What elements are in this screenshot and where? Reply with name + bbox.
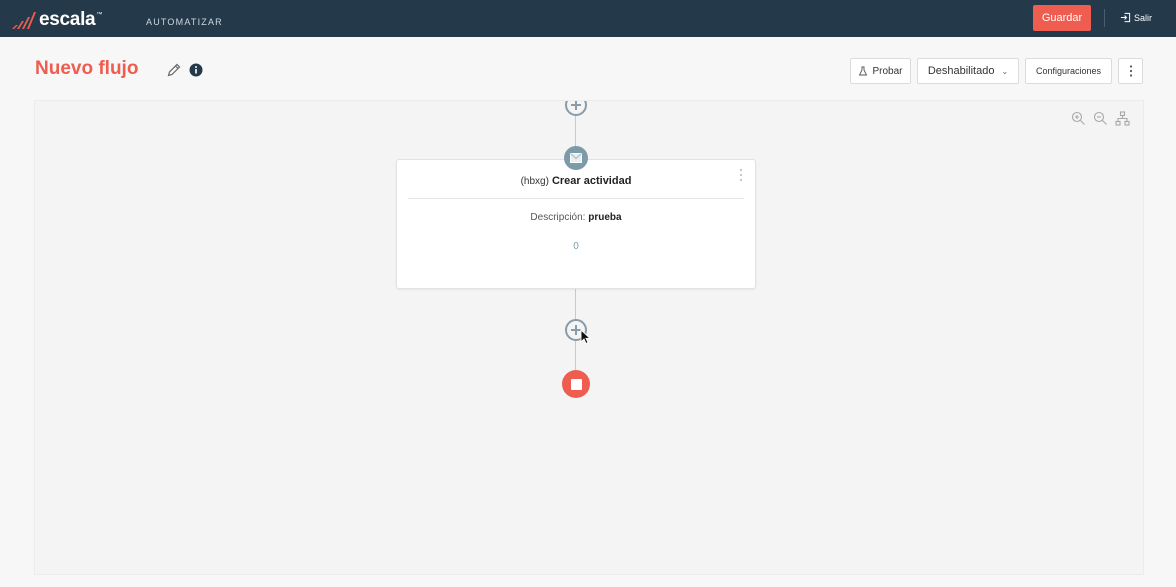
- status-dropdown[interactable]: Deshabilitado ⌄: [917, 58, 1019, 84]
- activity-card[interactable]: (hbxg) Crear actividad Descripción: prueb…: [396, 159, 756, 289]
- brand-name: escala: [39, 9, 96, 30]
- flask-icon: [859, 66, 868, 76]
- stop-icon[interactable]: [562, 370, 590, 398]
- activity-node-badge: [564, 146, 588, 170]
- card-menu-icon[interactable]: [736, 167, 746, 183]
- zoom-out-icon[interactable]: [1093, 111, 1108, 126]
- canvas-toolbar: [1071, 111, 1130, 126]
- page-title: Nuevo flujo: [35, 58, 139, 79]
- brand-trademark: ™: [96, 12, 103, 18]
- zoom-in-icon[interactable]: [1071, 111, 1086, 126]
- test-label: Probar: [872, 65, 903, 77]
- more-options-button[interactable]: [1118, 58, 1143, 84]
- card-divider: [408, 198, 744, 199]
- flow-connector: [575, 341, 576, 373]
- module-name: AUTOMATIZAR: [146, 17, 223, 27]
- vertical-ellipsis-icon: [1129, 65, 1132, 77]
- test-button[interactable]: Probar: [850, 58, 911, 84]
- activity-count: 0: [573, 241, 579, 252]
- activity-card-title: (hbxg) Crear actividad: [397, 175, 755, 187]
- activity-description: Descripción: prueba: [397, 212, 755, 223]
- exit-label: Salir: [1134, 12, 1153, 23]
- status-value: Deshabilitado: [927, 65, 995, 77]
- mouse-cursor-icon: [580, 329, 591, 344]
- pencil-icon[interactable]: [166, 62, 182, 78]
- description-label: Descripción:: [530, 212, 586, 223]
- settings-button[interactable]: Configuraciones: [1025, 58, 1112, 84]
- add-step-button[interactable]: [565, 101, 587, 116]
- top-navigation-bar: escala ™ AUTOMATIZAR Guardar Salir: [0, 0, 1176, 37]
- chevron-down-icon: ⌄: [1001, 66, 1009, 76]
- brand-logo[interactable]: escala ™: [11, 9, 102, 31]
- save-button[interactable]: Guardar: [1033, 5, 1091, 31]
- exit-button[interactable]: Salir: [1120, 12, 1152, 23]
- envelope-icon: [570, 153, 582, 163]
- activity-code: (hbxg): [520, 176, 549, 187]
- info-icon[interactable]: [189, 63, 203, 77]
- sign-out-icon: [1120, 12, 1131, 23]
- description-value: prueba: [588, 212, 622, 223]
- topbar-divider: [1104, 9, 1105, 27]
- hierarchy-icon[interactable]: [1115, 111, 1130, 126]
- activity-name: Crear actividad: [551, 175, 632, 187]
- logo-bars-icon: [12, 12, 36, 29]
- flow-canvas[interactable]: (hbxg) Crear actividad Descripción: prueb…: [34, 100, 1144, 575]
